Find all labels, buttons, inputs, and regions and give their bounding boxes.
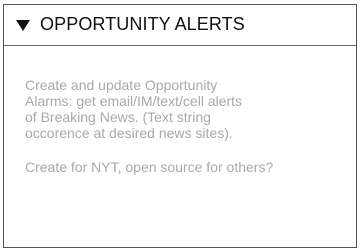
- panel-title: OPPORTUNITY ALERTS: [40, 14, 245, 34]
- triangle-down-icon[interactable]: [16, 19, 30, 31]
- panel-body: Create and update Opportunity Alarms: ge…: [25, 77, 350, 175]
- opportunity-alerts-panel: OPPORTUNITY ALERTS Create and update Opp…: [3, 4, 357, 248]
- header-divider: [4, 45, 356, 46]
- note-paragraph: Create for NYT, open source for others?: [25, 159, 274, 175]
- panel-header[interactable]: OPPORTUNITY ALERTS: [4, 5, 356, 44]
- description-paragraph: Create and update Opportunity Alarms: ge…: [25, 77, 243, 141]
